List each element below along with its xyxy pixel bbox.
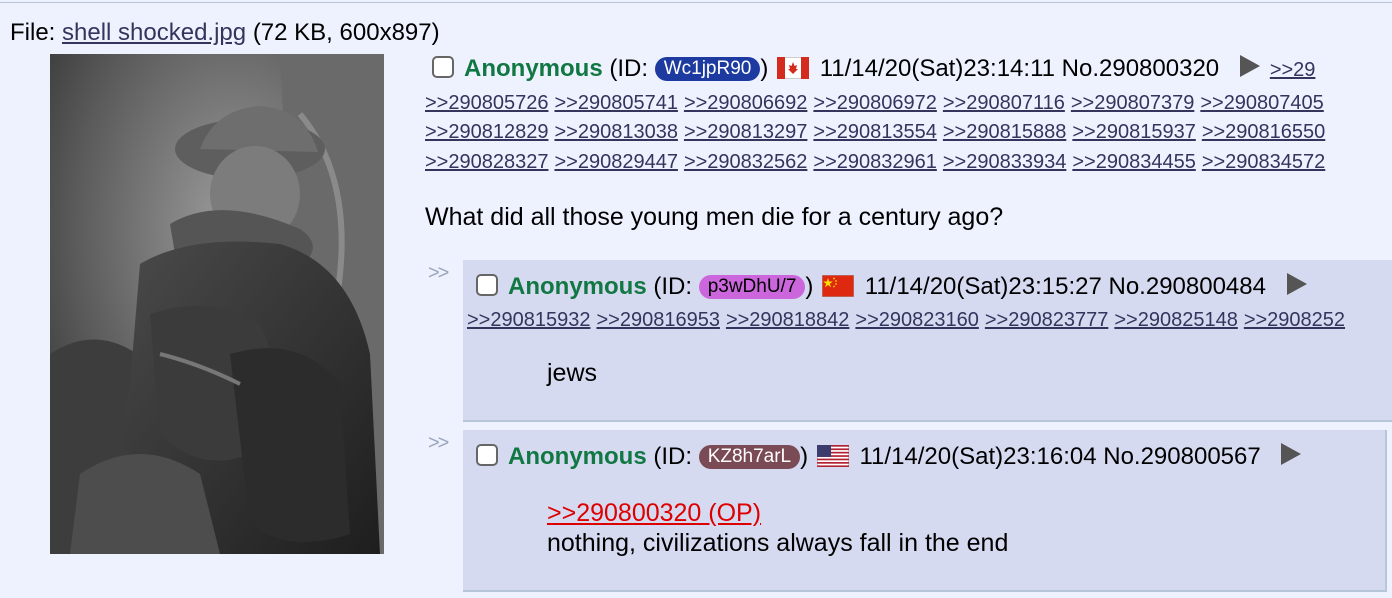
reply-2-select-checkbox[interactable] bbox=[476, 444, 498, 466]
op-image-thumbnail[interactable] bbox=[50, 54, 384, 554]
reply-2-id-suffix: ) bbox=[800, 443, 809, 470]
backlink[interactable]: >>290807116 bbox=[943, 92, 1065, 114]
op-message: What did all those young men die for a c… bbox=[425, 203, 1004, 231]
reply-1-id-suffix: ) bbox=[805, 273, 814, 300]
backlink[interactable]: >>2908252 bbox=[1244, 309, 1345, 331]
op-post-number[interactable]: No.290800320 bbox=[1062, 55, 1219, 82]
reply-2-id-prefix: (ID: bbox=[653, 443, 693, 470]
op-id-prefix: (ID: bbox=[609, 55, 649, 82]
reply-2-sideArrows: >> bbox=[428, 432, 449, 454]
backlink[interactable]: >>290834572 bbox=[1202, 151, 1325, 173]
reply-2-header: Anonymous (ID: KZ8h7arL) 11/14/20(Sat)23… bbox=[476, 442, 1311, 475]
reply-1-select-checkbox[interactable] bbox=[476, 274, 498, 296]
backlink[interactable]: >>290815932 bbox=[467, 309, 590, 331]
op-backlinks-row-1: >>290805726 >>290805741 >>290806692 >>29080… bbox=[425, 88, 1330, 118]
reply-2-datetime: 11/14/20(Sat)23:16:04 bbox=[859, 443, 1097, 470]
reply-1-header: Anonymous (ID: p3wDhU/7) 11/14/20(Sat)23… bbox=[476, 272, 1317, 305]
op-poster-name: Anonymous bbox=[464, 55, 603, 82]
backlink[interactable]: >>290816953 bbox=[596, 309, 719, 331]
reply-2-body: >>290800320 (OP) nothing, civilizations … bbox=[547, 498, 1008, 558]
backlink[interactable]: >>290828327 bbox=[425, 151, 548, 173]
backlink[interactable]: >>290832961 bbox=[813, 151, 936, 173]
backlink[interactable]: >>290833934 bbox=[943, 151, 1066, 173]
backlink[interactable]: >>290815937 bbox=[1072, 121, 1195, 143]
backlink[interactable]: >>290823777 bbox=[985, 309, 1108, 331]
reply-2-menu-arrow-icon[interactable] bbox=[1281, 443, 1302, 465]
reply-1-menu-arrow-icon[interactable] bbox=[1286, 273, 1307, 295]
reply-2-poster-id[interactable]: KZ8h7arL bbox=[698, 445, 801, 469]
file-info: File: shell shocked.jpg (72 KB, 600x897) bbox=[10, 18, 440, 48]
backlink[interactable]: >>290806692 bbox=[684, 92, 807, 114]
backlink[interactable]: >>290805741 bbox=[554, 92, 677, 114]
backlink[interactable]: >>290807405 bbox=[1200, 92, 1323, 114]
reply-1-poster-name: Anonymous bbox=[508, 273, 647, 300]
backlink[interactable]: >>290829447 bbox=[554, 151, 677, 173]
op-backlink-partial[interactable]: >>29 bbox=[1270, 59, 1316, 81]
reply-1-post-number[interactable]: No.290800484 bbox=[1109, 273, 1266, 300]
backlink[interactable]: >>290807379 bbox=[1071, 92, 1194, 114]
backlink[interactable]: >>290816550 bbox=[1202, 121, 1325, 143]
backlink[interactable]: >>290813554 bbox=[813, 121, 936, 143]
op-id-suffix: ) bbox=[760, 55, 769, 82]
top-divider bbox=[0, 2, 1392, 3]
soldier-photo-illustration bbox=[50, 54, 384, 554]
op-menu-arrow-icon[interactable] bbox=[1239, 55, 1260, 77]
china-flag-icon bbox=[821, 274, 855, 305]
backlink[interactable]: >>290806972 bbox=[813, 92, 936, 114]
reply-1-backlinks: >>290815932 >>290816953 >>290818842 >>29082… bbox=[467, 305, 1351, 335]
op-datetime: 11/14/20(Sat)23:14:11 bbox=[819, 55, 1055, 82]
file-meta: (72 KB, 600x897) bbox=[252, 19, 440, 46]
reply-1-message: jews bbox=[547, 359, 598, 387]
backlink[interactable]: >>290823160 bbox=[855, 309, 978, 331]
reply-2-poster-name: Anonymous bbox=[508, 443, 647, 470]
backlink[interactable]: >>290825148 bbox=[1114, 309, 1237, 331]
backlink[interactable]: >>290812829 bbox=[425, 121, 548, 143]
op-poster-id[interactable]: Wc1jpR90 bbox=[654, 57, 761, 81]
file-label: File: bbox=[10, 19, 56, 46]
file-link[interactable]: shell shocked.jpg bbox=[62, 19, 246, 46]
reply-1-sideArrows: >> bbox=[428, 262, 449, 284]
backlink[interactable]: >>290813297 bbox=[684, 121, 807, 143]
op-backlinks-row-2: >>290812829 >>290813038 >>290813297 >>29081… bbox=[425, 117, 1331, 147]
reply-2-message: nothing, civilizations always fall in th… bbox=[547, 529, 1009, 557]
canada-flag-icon bbox=[776, 56, 810, 87]
reply-2-quote-link[interactable]: >>290800320 (OP) bbox=[547, 499, 761, 527]
backlink[interactable]: >>290815888 bbox=[943, 121, 1066, 143]
usa-flag-icon bbox=[816, 444, 850, 475]
reply-2-post-number[interactable]: No.290800567 bbox=[1103, 443, 1260, 470]
reply-1-poster-id[interactable]: p3wDhU/7 bbox=[698, 275, 806, 299]
reply-1-datetime: 11/14/20(Sat)23:15:27 bbox=[864, 273, 1102, 300]
op-backlinks-row-3: >>290828327 >>290829447 >>290832562 >>29083… bbox=[425, 147, 1331, 177]
backlink[interactable]: >>290832562 bbox=[684, 151, 807, 173]
reply-1-id-prefix: (ID: bbox=[653, 273, 693, 300]
backlink[interactable]: >>290818842 bbox=[726, 309, 849, 331]
op-post-header: Anonymous (ID: Wc1jpR90) 11/14/20(Sat)23… bbox=[432, 54, 1315, 87]
backlink[interactable]: >>290813038 bbox=[554, 121, 677, 143]
backlink[interactable]: >>290805726 bbox=[425, 92, 548, 114]
backlink[interactable]: >>290834455 bbox=[1072, 151, 1195, 173]
op-select-checkbox[interactable] bbox=[432, 56, 454, 78]
